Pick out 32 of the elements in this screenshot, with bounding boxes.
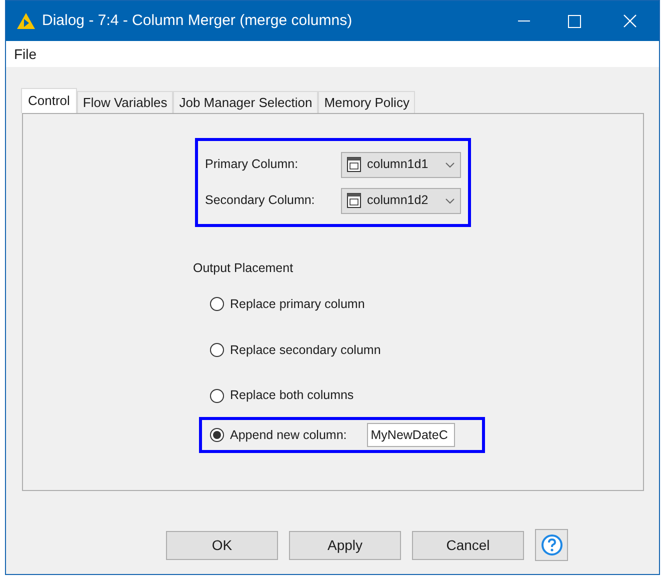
- tab[interactable]: Control: [21, 88, 77, 113]
- field-label: Primary Column:: [205, 156, 298, 174]
- dialog-button[interactable]: OK: [166, 530, 278, 560]
- close-icon[interactable]: [623, 14, 637, 28]
- column-name-field[interactable]: MyNewDateC: [366, 423, 455, 447]
- field-label: Secondary Column:: [205, 192, 315, 210]
- help-icon: [540, 534, 562, 556]
- chevron-down-icon: [445, 198, 455, 204]
- tab[interactable]: Flow Variables: [76, 91, 174, 113]
- tab[interactable]: Job Manager Selection: [173, 91, 318, 113]
- radio-button[interactable]: [210, 388, 224, 403]
- tab[interactable]: Memory Policy: [318, 91, 416, 113]
- calendar-icon: [347, 193, 361, 208]
- triangle-logo-icon: [16, 12, 36, 30]
- window-title: Dialog - 7:4 - Column Merger (merge columns): [42, 10, 352, 31]
- radio-label: Replace primary column: [230, 296, 365, 313]
- chevron-down-icon: [445, 162, 455, 168]
- help-button[interactable]: [535, 529, 568, 561]
- dialog-button[interactable]: Apply: [289, 530, 401, 560]
- dialog-button[interactable]: Cancel: [412, 530, 524, 560]
- radio-button[interactable]: [210, 428, 224, 442]
- section-title: Output Placement: [193, 260, 294, 277]
- radio-label: Replace both columns: [230, 387, 354, 404]
- calendar-icon: [347, 157, 361, 172]
- column-dropdown[interactable]: column1d2: [341, 188, 461, 214]
- radio-button[interactable]: [210, 297, 224, 312]
- radio-label: Append new column:: [230, 426, 347, 444]
- menu-item[interactable]: File: [14, 44, 37, 64]
- column-dropdown[interactable]: column1d1: [341, 152, 461, 178]
- radio-label: Replace secondary column: [230, 342, 381, 359]
- maximize-icon[interactable]: [568, 14, 581, 28]
- radio-button[interactable]: [210, 342, 224, 357]
